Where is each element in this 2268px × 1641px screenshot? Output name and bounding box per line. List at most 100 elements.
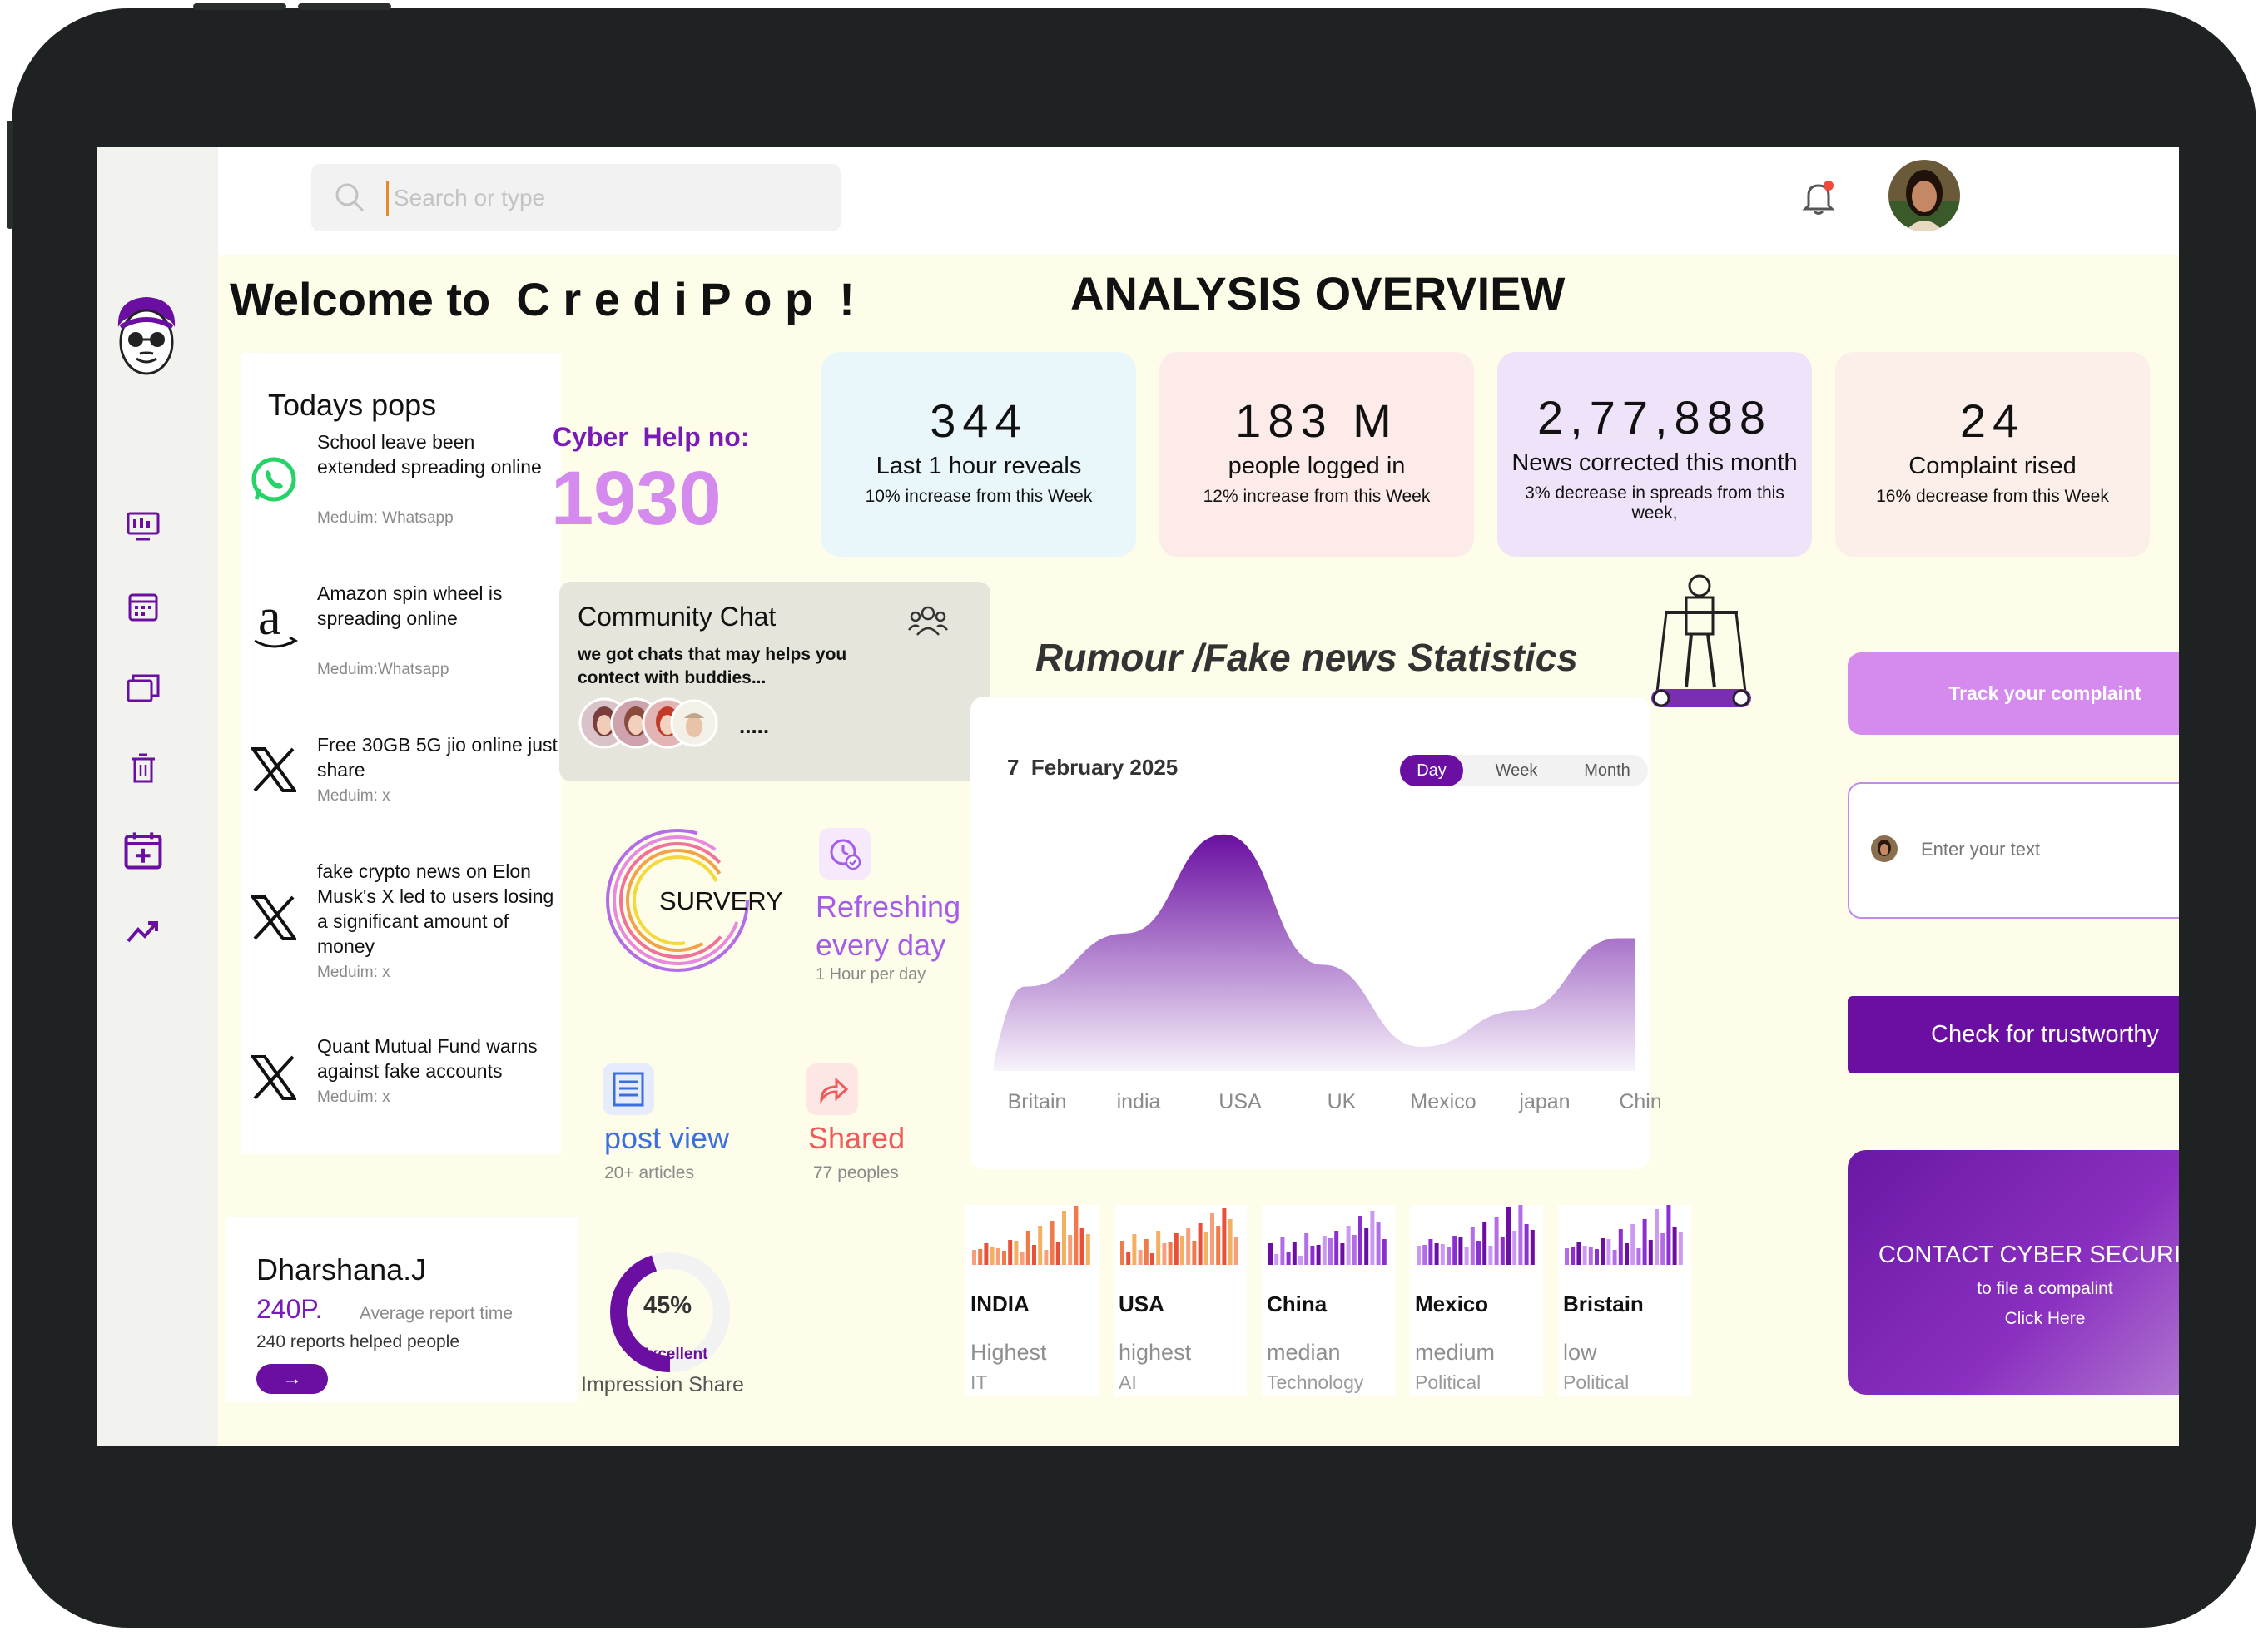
country-bar [978, 1249, 983, 1265]
buddy-avatars [578, 697, 718, 749]
community-group-icon [908, 606, 948, 636]
country-bar [1025, 1231, 1030, 1265]
community-chat-card[interactable]: Community Chat we got chats that may hel… [559, 582, 990, 781]
country-bar [1085, 1234, 1090, 1265]
x-axis-label: USA [1218, 1090, 1262, 1113]
country-bar [1678, 1232, 1683, 1265]
country-bar [1020, 1252, 1025, 1265]
country-bar [1660, 1233, 1665, 1265]
country-bar [1310, 1246, 1315, 1265]
country-bar [1186, 1228, 1191, 1265]
country-bar [1222, 1208, 1227, 1265]
post-view-sub: 20+ articles [604, 1163, 694, 1182]
tab-month[interactable]: Month [1570, 755, 1645, 786]
country-bar [990, 1247, 995, 1265]
country-bar [1198, 1223, 1203, 1265]
profile-name: Dharshana.J [256, 1252, 427, 1287]
country-bar [1630, 1224, 1635, 1265]
survey-label[interactable]: SURVERY [659, 886, 783, 916]
post-view-title[interactable]: post view [604, 1121, 729, 1156]
check-trustworthy-button[interactable]: Check for trustworthy [1848, 996, 2179, 1073]
contact-title: CONTACT CYBER SECURITY [1878, 1242, 2179, 1268]
user-mini-avatar [1871, 835, 1898, 862]
statistics-card: 7 February 2025 Day Week Month Britain in… [970, 697, 1660, 1169]
country-bar [1488, 1246, 1493, 1265]
power-button [7, 121, 13, 229]
country-bar [1506, 1207, 1511, 1265]
area-chart: Britain india USA UK Mexico japan China [994, 834, 1660, 1113]
country-bar [1162, 1243, 1167, 1265]
country-bar [1440, 1244, 1445, 1265]
windows-icon[interactable] [125, 669, 161, 706]
tab-week[interactable]: Week [1483, 755, 1550, 786]
contact-cyber-security-card[interactable]: CONTACT CYBER SECURITY to file a compali… [1848, 1150, 2179, 1395]
country-bars [1417, 1205, 1535, 1265]
stat-card-news-corrected: 2,77,888 News corrected this month 3% de… [1497, 352, 1812, 557]
calendar-add-icon[interactable] [122, 830, 164, 871]
trash-icon[interactable] [125, 750, 161, 786]
country-bar [1304, 1233, 1309, 1265]
tab-day[interactable]: Day [1400, 755, 1463, 786]
refresh-sub: 1 Hour per day [816, 965, 926, 984]
country-bar [1447, 1247, 1451, 1265]
country-bar [984, 1243, 989, 1265]
country-bar [1316, 1245, 1321, 1265]
country-bar [1132, 1234, 1137, 1265]
search-input[interactable] [386, 181, 828, 216]
x-axis-label: China [1619, 1090, 1660, 1113]
country-bar [1382, 1239, 1387, 1265]
contact-cta[interactable]: Click Here [1848, 1309, 2179, 1329]
country-card-usa[interactable]: USA highest AI [1114, 1205, 1247, 1396]
country-bar [1601, 1238, 1605, 1265]
country-bar [1512, 1231, 1517, 1265]
country-bar [1428, 1239, 1433, 1265]
profile-arrow-button[interactable]: → [256, 1364, 328, 1394]
country-bar [1470, 1227, 1475, 1265]
monitor-icon[interactable] [125, 508, 161, 544]
calendar-icon[interactable] [125, 588, 161, 625]
country-bar [1672, 1227, 1677, 1265]
country-bar [1642, 1219, 1647, 1265]
country-bar [1648, 1240, 1653, 1265]
country-bar [1228, 1219, 1233, 1265]
logo-avatar-icon [117, 297, 176, 375]
community-more: ..... [739, 713, 770, 738]
country-bar [1268, 1243, 1273, 1265]
country-bar [1625, 1243, 1629, 1265]
country-card-britain[interactable]: Bristain low Political [1558, 1205, 1691, 1396]
notification-bell-icon[interactable] [1800, 177, 1837, 217]
country-bars [1268, 1211, 1387, 1265]
cyber-help-number[interactable]: 1930 [551, 455, 722, 543]
x-axis-label: UK [1328, 1090, 1357, 1113]
user-avatar[interactable] [1888, 160, 1960, 231]
x-axis-label: japan [1518, 1090, 1570, 1113]
contact-sub: to file a compalint [1977, 1279, 2113, 1298]
statistics-title: Rumour /Fake news Statistics [1035, 636, 1578, 679]
country-bars [1565, 1205, 1683, 1265]
trust-check-input[interactable] [1919, 832, 2179, 867]
x-icon [251, 747, 296, 792]
sidebar [97, 147, 218, 1446]
country-bar [1618, 1229, 1623, 1265]
clock-check-icon [819, 828, 871, 880]
chart-date: 7 February 2025 [1007, 755, 1179, 780]
country-card-india[interactable]: INDIA Highest IT [965, 1205, 1099, 1396]
track-complaint-button[interactable]: Track your complaint [1848, 652, 2179, 735]
country-card-mexico[interactable]: Mexico medium Political [1410, 1205, 1543, 1396]
country-bar [1612, 1250, 1617, 1265]
country-card-china[interactable]: China median Technology [1262, 1205, 1395, 1396]
country-bar [1524, 1224, 1529, 1265]
stat-card-reveals: 344 Last 1 hour reveals 10% increase fro… [821, 352, 1136, 557]
country-bar [1180, 1236, 1184, 1265]
document-icon [603, 1063, 654, 1115]
country-bar [1055, 1242, 1060, 1265]
trending-up-icon[interactable] [125, 913, 161, 949]
shared-title[interactable]: Shared [808, 1121, 905, 1156]
country-bar [1340, 1243, 1345, 1265]
country-bar [1666, 1205, 1671, 1265]
country-bar [1138, 1250, 1143, 1265]
country-bar [1062, 1211, 1066, 1265]
country-bar [1079, 1228, 1084, 1265]
impression-rating: Excellent [638, 1346, 708, 1363]
country-bar [1210, 1213, 1214, 1265]
